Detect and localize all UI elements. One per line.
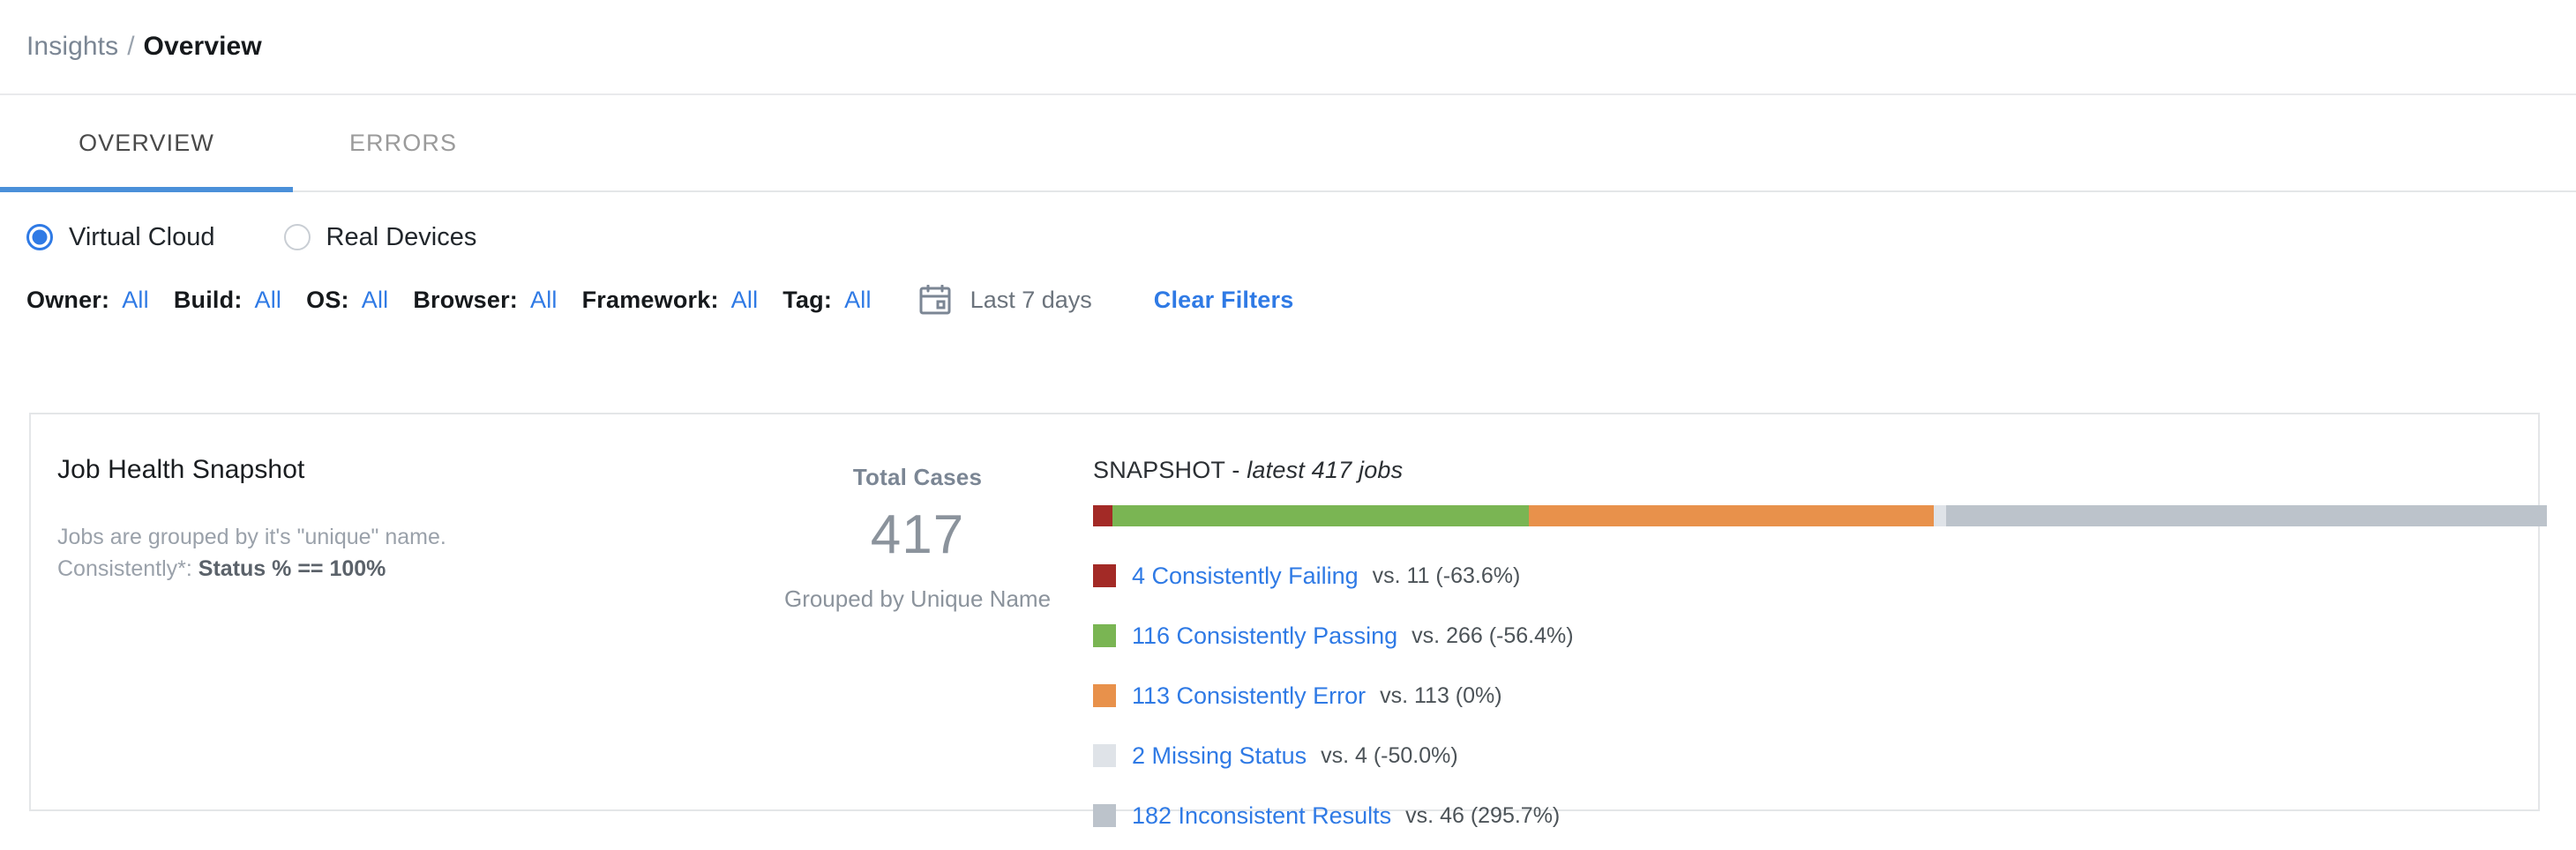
card-title: Job Health Snapshot: [57, 455, 745, 485]
filter-os: OS: All: [306, 287, 388, 314]
filter-build: Build: All: [174, 287, 281, 314]
filter-browser: Browser: All: [413, 287, 557, 314]
card-description-line-2: Consistently*: Status % == 100%: [57, 554, 745, 585]
legend-row-missing-status: 2 Missing Status vs. 4 (-50.0%): [1093, 726, 2547, 786]
tab-overview[interactable]: OVERVIEW: [0, 95, 293, 190]
tab-bar: OVERVIEW ERRORS: [0, 93, 2576, 192]
filter-tag-label: Tag:: [783, 287, 832, 314]
legend-row-inconsistent-results: 182 Inconsistent Results vs. 46 (295.7%): [1093, 786, 2547, 846]
total-cases-label: Total Cases: [745, 464, 1090, 491]
legend-swatch-consistently-error: [1093, 684, 1116, 707]
filter-os-label: OS:: [306, 287, 349, 314]
legend-swatch-consistently-passing: [1093, 624, 1116, 647]
filter-build-value[interactable]: All: [255, 287, 282, 314]
total-cases-grouping: Grouped by Unique Name: [745, 585, 1090, 613]
bar-segment-missing-status[interactable]: [1934, 505, 1946, 526]
bar-segment-consistently-passing[interactable]: [1112, 505, 1528, 526]
filter-build-label: Build:: [174, 287, 243, 314]
snapshot-stacked-bar: [1093, 505, 2547, 526]
radio-option-real-devices[interactable]: Real Devices: [284, 223, 477, 252]
legend-swatch-inconsistent-results: [1093, 804, 1116, 827]
calendar-icon[interactable]: [919, 285, 951, 315]
filter-os-value[interactable]: All: [362, 287, 389, 314]
bar-segment-consistently-failing[interactable]: [1093, 505, 1112, 526]
filter-framework-value[interactable]: All: [731, 287, 759, 314]
snapshot-heading-prefix: SNAPSHOT -: [1093, 457, 1247, 483]
legend-comparison-consistently-passing: vs. 266 (-56.4%): [1412, 623, 1573, 649]
bar-segment-consistently-error[interactable]: [1529, 505, 1935, 526]
legend-swatch-consistently-failing: [1093, 564, 1116, 587]
filter-browser-label: Browser:: [413, 287, 518, 314]
card-left-column: Job Health Snapshot Jobs are grouped by …: [31, 414, 745, 809]
snapshot-heading-italic: latest 417 jobs: [1247, 457, 1403, 483]
snapshot-legend: 4 Consistently Failing vs. 11 (-63.6%) 1…: [1093, 546, 2547, 846]
snapshot-block: SNAPSHOT - latest 417 jobs 4 Consistentl…: [1090, 414, 2547, 809]
radio-label-real-devices: Real Devices: [326, 223, 477, 252]
legend-link-consistently-failing[interactable]: 4 Consistently Failing: [1132, 563, 1359, 590]
legend-comparison-consistently-error: vs. 113 (0%): [1380, 683, 1501, 709]
filter-tag-value[interactable]: All: [844, 287, 872, 314]
filter-framework: Framework: All: [582, 287, 759, 314]
filter-framework-label: Framework:: [582, 287, 719, 314]
card-description-line-1: Jobs are grouped by it's "unique" name.: [57, 522, 745, 554]
breadcrumb-separator: /: [127, 32, 134, 62]
legend-row-consistently-error: 113 Consistently Error vs. 113 (0%): [1093, 666, 2547, 726]
breadcrumb-current: Overview: [144, 32, 262, 62]
filter-bar: Owner: All Build: All OS: All Browser: A…: [0, 266, 2576, 333]
total-cases-value: 417: [745, 503, 1090, 566]
legend-comparison-missing-status: vs. 4 (-50.0%): [1321, 743, 1458, 769]
bar-segment-inconsistent-results[interactable]: [1946, 505, 2547, 526]
filter-owner-label: Owner:: [26, 287, 109, 314]
job-health-snapshot-card: Job Health Snapshot Jobs are grouped by …: [29, 413, 2540, 811]
legend-row-consistently-failing: 4 Consistently Failing vs. 11 (-63.6%): [1093, 546, 2547, 606]
radio-icon-real-devices[interactable]: [284, 224, 311, 250]
legend-link-consistently-passing[interactable]: 116 Consistently Passing: [1132, 623, 1397, 650]
breadcrumb: Insights / Overview: [0, 0, 2576, 93]
radio-label-virtual-cloud: Virtual Cloud: [69, 223, 215, 252]
snapshot-heading: SNAPSHOT - latest 417 jobs: [1093, 457, 2547, 484]
card-description-line-2-strong: Status % == 100%: [198, 556, 386, 581]
legend-swatch-missing-status: [1093, 744, 1116, 767]
date-range-value[interactable]: Last 7 days: [970, 287, 1092, 314]
legend-comparison-inconsistent-results: vs. 46 (295.7%): [1405, 803, 1560, 829]
card-description-line-2-prefix: Consistently*:: [57, 556, 198, 581]
card-description: Jobs are grouped by it's "unique" name. …: [57, 522, 745, 585]
radio-option-virtual-cloud[interactable]: Virtual Cloud: [26, 223, 215, 252]
legend-link-inconsistent-results[interactable]: 182 Inconsistent Results: [1132, 802, 1391, 830]
total-cases-block: Total Cases 417 Grouped by Unique Name: [745, 414, 1090, 809]
filter-owner-value[interactable]: All: [122, 287, 149, 314]
tab-errors[interactable]: ERRORS: [293, 95, 513, 190]
legend-link-consistently-error[interactable]: 113 Consistently Error: [1132, 682, 1366, 710]
breadcrumb-root-link[interactable]: Insights: [26, 32, 118, 62]
legend-comparison-consistently-failing: vs. 11 (-63.6%): [1373, 563, 1521, 589]
legend-link-missing-status[interactable]: 2 Missing Status: [1132, 742, 1307, 770]
legend-row-consistently-passing: 116 Consistently Passing vs. 266 (-56.4%…: [1093, 606, 2547, 666]
radio-icon-virtual-cloud[interactable]: [26, 224, 53, 250]
filter-tag: Tag: All: [783, 287, 871, 314]
filter-browser-value[interactable]: All: [530, 287, 558, 314]
filter-owner: Owner: All: [26, 287, 149, 314]
device-mode-radio-group: Virtual Cloud Real Devices: [0, 192, 2576, 266]
insights-overview-page: Insights / Overview OVERVIEW ERRORS Virt…: [0, 0, 2576, 850]
clear-filters-button[interactable]: Clear Filters: [1154, 287, 1294, 314]
